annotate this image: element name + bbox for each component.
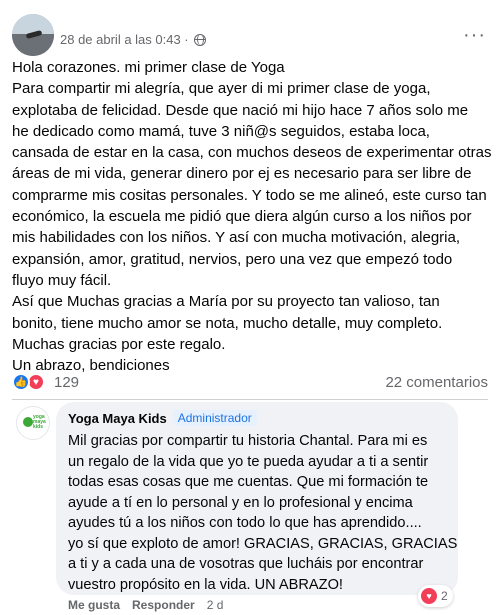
heart-icon: ♥ [421, 588, 437, 604]
comment-bubble: Yoga Maya Kids Administrador Mil gracias… [56, 402, 458, 595]
more-options-icon[interactable]: ··· [463, 24, 486, 47]
comment-text: Mil gracias por compartir tu historia Ch… [68, 431, 457, 595]
reaction-icons[interactable]: 👍 ♥ [12, 373, 45, 391]
comment-line: todas esas cosas que me cuentas. Que mi … [68, 474, 429, 490]
post-body: Hola corazones. mi primer clase de Yoga … [12, 57, 492, 376]
yoga-maya-kids-logo-icon [23, 417, 33, 427]
post-line: expansión, amor, gratitud, nervios, pero… [12, 250, 453, 268]
comment-actions: Me gusta Responder 2 d [68, 598, 223, 612]
post-line: áreas de mi vida, generar dinero por ej … [12, 165, 472, 183]
post-line: mis habilidades con los niños. Y así con… [12, 229, 461, 247]
reactions-bar: 👍 ♥ 129 22 comentarios [12, 372, 488, 392]
comment-reaction-count: 2 [441, 589, 448, 603]
comment-line: un regalo de la vida que yo te pueda ayu… [68, 453, 429, 470]
logo-text: yoga maya kids [33, 414, 46, 430]
post-line: he dedicado como mamá, tuve 3 niñ@s segu… [12, 122, 430, 140]
admin-badge: Administrador [172, 410, 257, 426]
comment-time[interactable]: 2 d [207, 598, 224, 612]
reaction-count[interactable]: 129 [54, 374, 79, 391]
post-line: cansada de estar en la casa, con muchos … [12, 144, 492, 162]
post-line: explotaba de felicidad. Desde que nació … [12, 101, 469, 119]
comment-line: vuestro propósito en la vida. UN ABRAZO! [68, 576, 343, 593]
divider [12, 399, 488, 400]
post-line: Muchas gracias por este regalo. [12, 335, 226, 353]
commenter-avatar[interactable]: yoga maya kids [16, 406, 50, 440]
comment-line: yo sí que exploto de amor! GRACIAS, GRAC… [68, 535, 458, 552]
comment-line: ayudes tú a los niños con todo lo que ha… [68, 515, 422, 531]
post-line: económico, la escuela me pidió que diera… [12, 208, 472, 226]
comment-line: Mil gracias por compartir tu historia Ch… [68, 433, 428, 449]
post-line: Hola corazones. mi primer clase de Yoga [12, 59, 285, 76]
comment-line: a ti y a cada una de vosotras que luchái… [68, 556, 424, 572]
comment-line: ayude a tí en lo personal y en lo profes… [68, 494, 413, 511]
comment-reply-button[interactable]: Responder [132, 598, 195, 612]
comments-count-link[interactable]: 22 comentarios [385, 374, 488, 391]
globe-icon [193, 33, 206, 46]
author-avatar[interactable] [12, 14, 54, 56]
post-meta: 28 de abril a las 0:43 · [60, 32, 206, 47]
comment-like-button[interactable]: Me gusta [68, 598, 120, 612]
comment-head: Yoga Maya Kids Administrador [68, 410, 257, 426]
post-line: comprarme mis cositas personales. Y todo… [12, 186, 487, 204]
post-line: bonito, tiene mucho amor se nota, mucho … [12, 314, 443, 332]
post-line: Así que Muchas gracias a María por su pr… [12, 293, 440, 311]
like-reaction-icon: 👍 [12, 373, 30, 391]
post-line: Para compartir mi alegría, que ayer di m… [12, 80, 431, 98]
post-timestamp[interactable]: 28 de abril a las 0:43 · [60, 32, 189, 47]
comment-reaction-badge[interactable]: ♥ 2 [418, 585, 453, 607]
post-line: fluyo muy fácil. [12, 271, 112, 289]
comment-author[interactable]: Yoga Maya Kids [68, 411, 167, 426]
